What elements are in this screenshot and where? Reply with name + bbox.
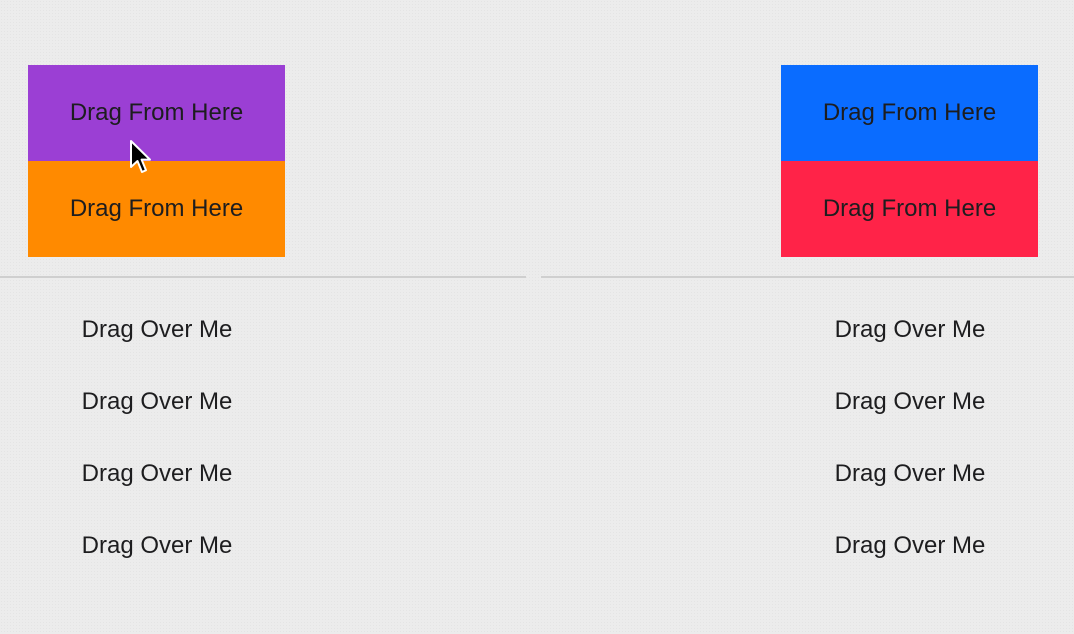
drop-target[interactable]: Drag Over Me [780,510,1040,582]
drag-source-blue[interactable]: Drag From Here [781,65,1038,161]
left-divider [0,276,526,278]
drag-source-purple[interactable]: Drag From Here [28,65,285,161]
drop-target[interactable]: Drag Over Me [27,510,287,582]
left-drag-source-stack: Drag From Here Drag From Here [28,65,285,257]
drag-source-red[interactable]: Drag From Here [781,161,1038,257]
drop-target[interactable]: Drag Over Me [780,438,1040,510]
drop-target[interactable]: Drag Over Me [780,366,1040,438]
right-drag-source-stack: Drag From Here Drag From Here [781,65,1038,257]
drop-target[interactable]: Drag Over Me [27,366,287,438]
right-divider [541,276,1074,278]
left-drop-target-list: Drag Over Me Drag Over Me Drag Over Me D… [27,294,287,582]
drop-target[interactable]: Drag Over Me [780,294,1040,366]
left-panel: Drag From Here Drag From Here Drag Over … [0,0,526,634]
right-drop-target-list: Drag Over Me Drag Over Me Drag Over Me D… [780,294,1040,582]
drop-target[interactable]: Drag Over Me [27,294,287,366]
drop-target[interactable]: Drag Over Me [27,438,287,510]
drag-source-orange[interactable]: Drag From Here [28,161,285,257]
right-panel: Drag From Here Drag From Here Drag Over … [541,0,1074,634]
